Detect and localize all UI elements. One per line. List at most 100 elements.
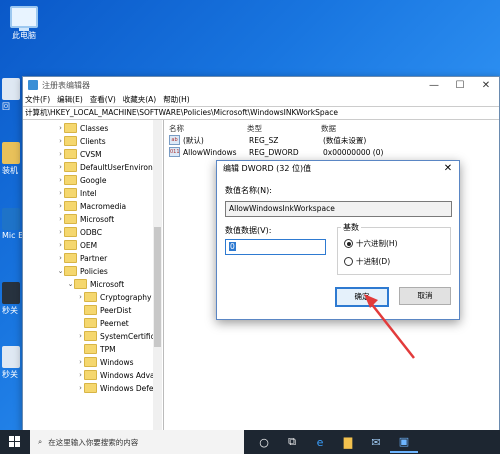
chevron-right-icon: ›: [79, 371, 82, 379]
column-name[interactable]: 名称: [169, 123, 247, 134]
dialog-close-button[interactable]: ✕: [437, 161, 459, 177]
tree-item[interactable]: › Windows Defe: [77, 382, 154, 394]
column-type[interactable]: 类型: [247, 123, 321, 134]
chevron-right-icon: ›: [59, 124, 62, 132]
menu-file[interactable]: 文件(F): [25, 94, 50, 105]
tree-item-policies[interactable]: ⌄ Policies: [57, 265, 108, 277]
folder-icon: [64, 175, 77, 185]
folder-icon: [84, 318, 97, 328]
tree-item[interactable]: › Classes: [57, 122, 108, 134]
chevron-right-icon: ›: [59, 228, 62, 236]
regedit-icon: [28, 80, 38, 90]
tree-item[interactable]: › Google: [57, 174, 106, 186]
dialog-title: 编辑 DWORD (32 位)值: [223, 164, 312, 173]
cortana-icon[interactable]: ○: [250, 436, 278, 449]
address-bar[interactable]: 计算机\HKEY_LOCAL_MACHINE\SOFTWARE\Policies…: [23, 106, 499, 120]
dialog-titlebar[interactable]: 编辑 DWORD (32 位)值 ✕: [217, 161, 459, 177]
tree-item[interactable]: PeerDist: [77, 304, 131, 316]
value-name-label: 数值名称(N):: [225, 186, 272, 195]
maximize-button[interactable]: ☐: [447, 80, 473, 91]
start-button[interactable]: [0, 430, 30, 454]
task-view-icon[interactable]: ⧉: [278, 435, 306, 449]
chevron-right-icon: ›: [59, 189, 62, 197]
folder-icon: [64, 201, 77, 211]
value-row[interactable]: ab (默认) REG_SZ (数值未设置): [169, 134, 497, 146]
folder-icon: [84, 344, 97, 354]
tree-item[interactable]: › Clients: [57, 135, 106, 147]
folder-icon: [64, 240, 77, 250]
arrow-line: [369, 301, 415, 359]
tree-item[interactable]: › OEM: [57, 239, 97, 251]
shortcut-icon: [2, 346, 20, 368]
dword-value-icon: 011: [169, 147, 180, 157]
chevron-right-icon: ›: [79, 293, 82, 301]
taskbar-search-box[interactable]: ⌕ 在这里输入你要搜索的内容: [30, 430, 244, 454]
chevron-right-icon: ›: [59, 241, 62, 249]
tree-item[interactable]: TPM: [77, 343, 116, 355]
this-pc-label: 此电脑: [12, 31, 36, 40]
tree-item[interactable]: › SystemCertifica: [77, 330, 159, 342]
close-button[interactable]: ✕: [473, 80, 499, 91]
search-icon: ⌕: [38, 437, 43, 446]
radio-hexadecimal[interactable]: 十六进制(H): [344, 238, 398, 249]
menu-favorites[interactable]: 收藏夹(A): [123, 94, 156, 105]
tree-item[interactable]: › CVSM: [57, 148, 102, 160]
value-row-selected[interactable]: 011 AllowWindows REG_DWORD 0x00000000 (0…: [169, 146, 497, 158]
recycle-bin-icon: [2, 78, 20, 100]
value-data-input[interactable]: 0: [225, 239, 326, 255]
column-data[interactable]: 数据: [321, 123, 336, 134]
arrow-head: [364, 294, 378, 308]
edge-browser-icon[interactable]: e: [306, 436, 334, 449]
app-icon: [2, 282, 20, 304]
this-pc-desktop-icon[interactable]: 此电脑: [4, 6, 44, 41]
tree-item[interactable]: › Microsoft: [57, 213, 114, 225]
folder-icon: [64, 123, 77, 133]
chevron-right-icon: ›: [59, 137, 62, 145]
window-titlebar[interactable]: 注册表编辑器 — ☐ ✕: [23, 77, 499, 93]
minimize-button[interactable]: —: [421, 80, 447, 91]
tree-item[interactable]: › Windows Adva: [77, 369, 155, 381]
search-placeholder: 在这里输入你要搜索的内容: [48, 437, 139, 447]
folder-icon: [84, 305, 97, 315]
windows-logo-icon: [9, 436, 20, 447]
mail-icon[interactable]: ✉: [362, 436, 390, 449]
taskbar: ⌕ 在这里输入你要搜索的内容 ○ ⧉ e ▇ ✉ ▣: [0, 430, 500, 454]
desktop-icon-stub-2[interactable]: 装机: [2, 142, 24, 176]
tree-item[interactable]: › Intel: [57, 187, 97, 199]
tree-item[interactable]: › ODBC: [57, 226, 102, 238]
edit-dword-dialog: 编辑 DWORD (32 位)值 ✕ 数值名称(N): AllowWindows…: [216, 160, 460, 320]
string-value-icon: ab: [169, 135, 180, 145]
regedit-taskbar-icon[interactable]: ▣: [390, 431, 418, 453]
folder-icon: [64, 149, 77, 159]
menu-bar: 文件(F) 编辑(E) 查看(V) 收藏夹(A) 帮助(H): [23, 93, 499, 106]
folder-icon: [84, 331, 97, 341]
tree-item[interactable]: › Windows: [77, 356, 133, 368]
tree-item[interactable]: › Macromedia: [57, 200, 126, 212]
value-name-field[interactable]: AllowWindowsInkWorkspace: [225, 201, 452, 217]
tree-scrollbar-thumb[interactable]: [154, 227, 161, 347]
chevron-right-icon: ›: [79, 332, 82, 340]
chevron-right-icon: ›: [59, 176, 62, 184]
desktop-icon-stub-3[interactable]: Mic Ec: [2, 208, 24, 240]
desktop-icon-stub-1[interactable]: 回: [2, 78, 24, 112]
tree-item[interactable]: › Cryptography: [77, 291, 151, 303]
desktop-icon-stub-4[interactable]: 秒关: [2, 282, 24, 316]
folder-icon: [84, 383, 97, 393]
folder-icon: [84, 370, 97, 380]
tree-item[interactable]: › DefaultUserEnvironn: [57, 161, 158, 173]
file-explorer-icon[interactable]: ▇: [334, 436, 362, 449]
menu-view[interactable]: 查看(V): [90, 94, 116, 105]
desktop-icon-stub-5[interactable]: 秒关: [2, 346, 24, 380]
chevron-right-icon: ›: [59, 150, 62, 158]
folder-icon: [84, 292, 97, 302]
radio-decimal[interactable]: 十进制(D): [344, 256, 390, 267]
menu-edit[interactable]: 编辑(E): [57, 94, 83, 105]
menu-help[interactable]: 帮助(H): [163, 94, 190, 105]
tree-item-microsoft[interactable]: ⌄ Microsoft: [67, 278, 124, 290]
chevron-right-icon: ›: [59, 254, 62, 262]
edge-icon: [2, 208, 20, 230]
radio-checked-icon: [344, 239, 353, 248]
watermark: 自由互联: [391, 398, 488, 423]
tree-item[interactable]: › Partner: [57, 252, 107, 264]
tree-item[interactable]: Peernet: [77, 317, 129, 329]
